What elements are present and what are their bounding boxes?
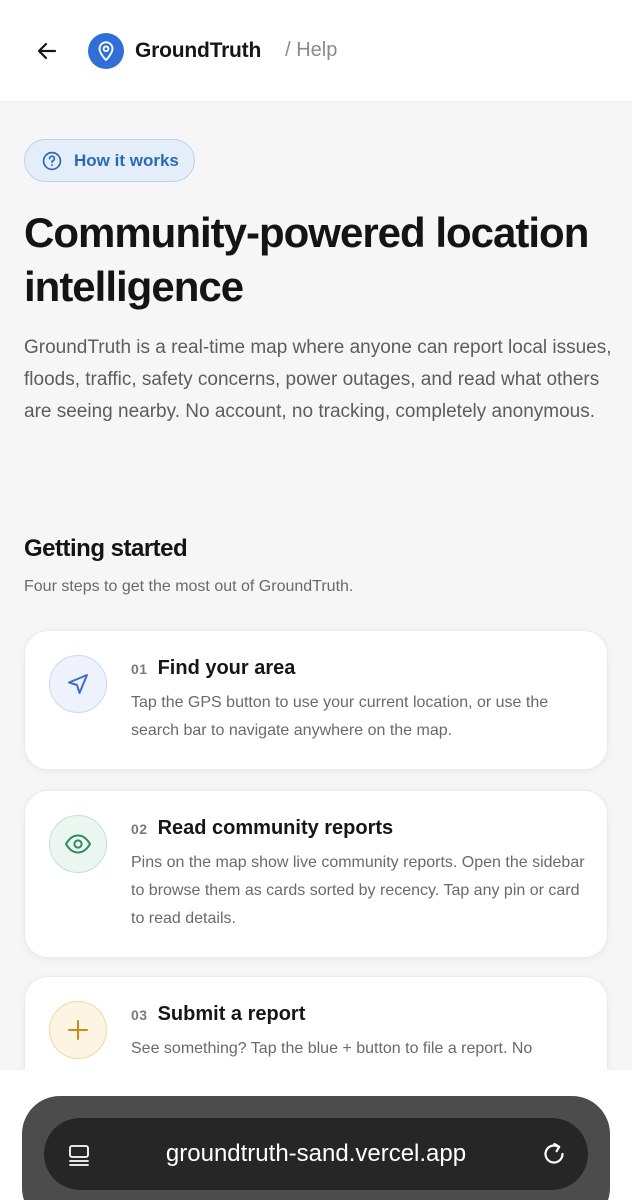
step-number: 02 xyxy=(131,821,148,837)
reload-icon xyxy=(544,1142,564,1164)
app-header: GroundTruth / Help xyxy=(0,0,632,102)
address-bar[interactable]: groundtruth-sand.vercel.app xyxy=(44,1118,588,1190)
step-number: 03 xyxy=(131,1007,148,1023)
step-card-find-area: 01 Find your area Tap the GPS button to … xyxy=(24,630,608,770)
section-subtitle: Four steps to get the most out of Ground… xyxy=(24,578,354,595)
eye-icon xyxy=(65,834,91,854)
step-card-read-reports: 02 Read community reports Pins on the ma… xyxy=(24,790,608,958)
step-title: Submit a report xyxy=(157,1003,306,1025)
section-title: Getting started xyxy=(24,535,188,562)
page-description: GroundTruth is a real-time map where any… xyxy=(24,337,612,422)
url-text[interactable]: groundtruth-sand.vercel.app xyxy=(104,1118,528,1190)
back-button[interactable] xyxy=(30,34,64,68)
reload-button[interactable] xyxy=(538,1138,570,1170)
step-description: See something? Tap the blue + button to … xyxy=(131,1040,533,1057)
step-icon-wrap xyxy=(49,1001,107,1059)
tabs-icon xyxy=(69,1145,89,1166)
tabs-button[interactable] xyxy=(64,1140,94,1170)
step-title: Read community reports xyxy=(157,817,394,839)
brand-name[interactable]: GroundTruth xyxy=(135,39,261,63)
page-title: Community-powered location intelligence xyxy=(24,209,589,310)
step-title: Find your area xyxy=(157,657,296,679)
step-number: 01 xyxy=(131,661,148,677)
plus-icon xyxy=(68,1020,88,1040)
step-icon-wrap xyxy=(49,815,107,873)
step-description: Tap the GPS button to use your current l… xyxy=(131,694,549,739)
step-description: Pins on the map show live community repo… xyxy=(131,854,585,927)
navigation-arrow-icon xyxy=(68,674,88,694)
help-content: How it works Community-powered location … xyxy=(0,102,632,1070)
logo[interactable] xyxy=(88,32,124,69)
badge-label: How it works xyxy=(74,150,179,170)
arrow-left-icon xyxy=(37,42,57,59)
question-circle-icon xyxy=(42,151,62,170)
map-pin-icon xyxy=(98,40,114,61)
how-it-works-badge: How it works xyxy=(24,139,195,182)
breadcrumb: / Help xyxy=(285,39,338,61)
step-card-submit-report: 03 Submit a report See something? Tap th… xyxy=(24,976,608,1070)
step-icon-wrap xyxy=(49,655,107,713)
